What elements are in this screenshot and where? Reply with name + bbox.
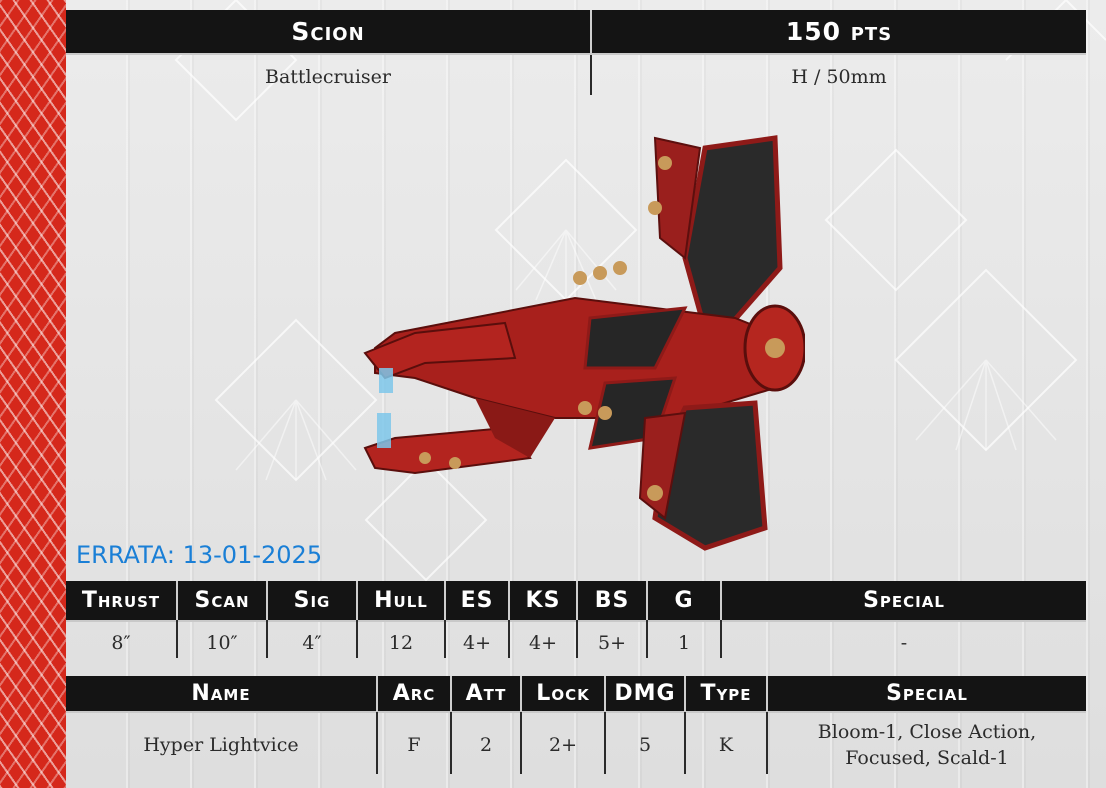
weapon-special: Bloom-1, Close Action, Focused, Scald-1 [768,716,1086,774]
ship-class: Battlecruiser [265,66,391,88]
weapon-header-name: Name [191,681,251,706]
stat-header-ks: KS [525,588,561,613]
decorative-side-strip [0,0,66,788]
ship-model-image [363,135,805,551]
stat-hull: 12 [388,632,414,654]
stat-ks: 4+ [528,632,557,654]
errata-date: ERRATA: 13-01-2025 [76,541,323,569]
weapon-header-lock: Lock [536,681,590,706]
stat-header-thrust: Thrust [81,588,161,613]
weapon-arc: F [407,734,421,756]
weapon-name: Hyper Lightvice [143,734,299,756]
weapon-dmg: 5 [638,734,652,756]
ship-points: 150 pts [785,17,893,46]
stat-scan: 10″ [206,632,238,654]
stat-header-bs: BS [594,588,630,613]
stats-header: Thrust Scan Sig Hull ES KS BS G Special [66,581,1086,622]
ship-name: Scion [291,17,365,46]
stat-header-hull: Hull [374,588,428,613]
stat-thrust: 8″ [111,632,131,654]
weapon-header-arc: Arc [392,681,436,706]
weapon-type: K [718,734,734,756]
stat-bs: 5+ [597,632,626,654]
ship-base: H / 50mm [791,66,887,88]
stat-header-g: G [674,588,694,613]
stat-header-special: Special [863,588,945,613]
stat-header-es: ES [460,588,494,613]
stat-special: - [900,632,908,654]
weapon-header-att: Att [465,681,507,706]
stat-header-scan: Scan [194,588,250,613]
stat-sig: 4″ [302,632,322,654]
weapon-special-line-2: Focused, Scald-1 [845,747,1009,769]
weapon-header-special: Special [886,681,968,706]
weapons-header: Name Arc Att Lock DMG Type Special [66,676,1086,713]
title-bar: Scion 150 pts [66,10,1086,55]
weapon-header-dmg: DMG [614,681,676,706]
stat-g: 1 [677,632,691,654]
weapon-lock: 2+ [548,734,577,756]
stat-header-sig: Sig [293,588,331,613]
weapon-header-type: Type [700,681,752,706]
weapon-att: 2 [479,734,493,756]
stat-es: 4+ [462,632,491,654]
weapon-special-line-1: Bloom-1, Close Action, [817,721,1037,743]
